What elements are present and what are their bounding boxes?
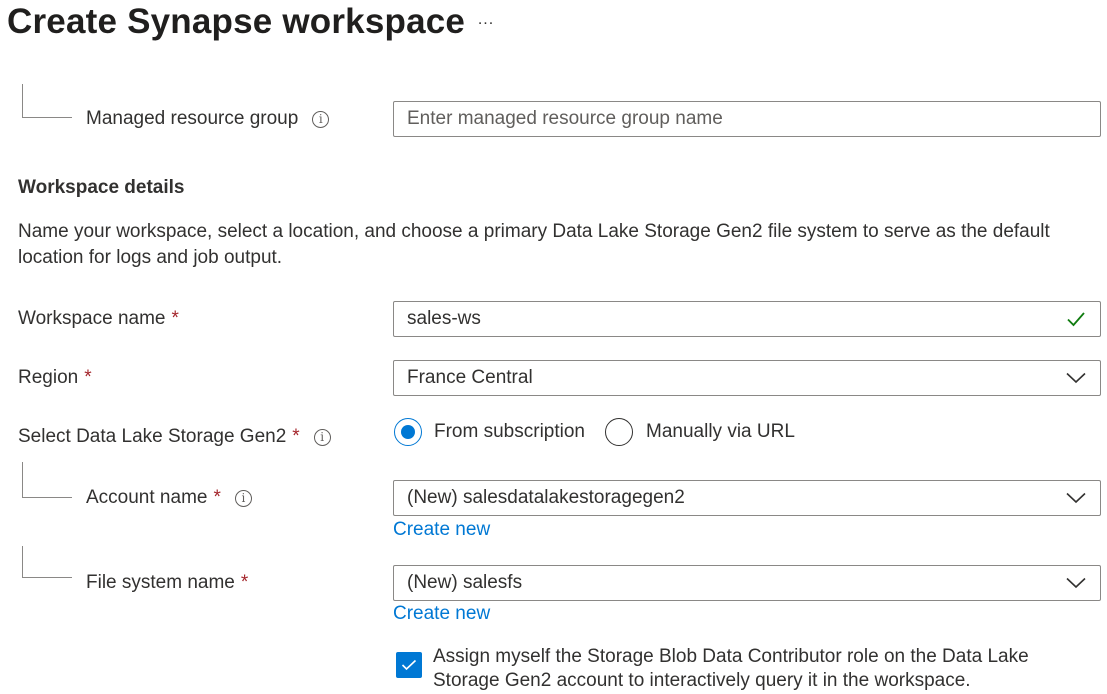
workspace-name-input[interactable]: sales-ws: [393, 301, 1101, 337]
radio-from-subscription[interactable]: [394, 418, 422, 446]
radio-from-subscription-label[interactable]: From subscription: [434, 419, 585, 445]
file-system-name-dropdown[interactable]: (New) salesfs: [393, 565, 1101, 601]
required-marker: *: [171, 308, 179, 329]
radio-manually-via-url[interactable]: [605, 418, 633, 446]
workspace-details-description: Name your workspace, select a location, …: [18, 221, 1050, 268]
account-name-dropdown[interactable]: (New) salesdatalakestoragegen2: [393, 480, 1101, 516]
region-dropdown[interactable]: France Central: [393, 360, 1101, 396]
managed-rg-input-field[interactable]: [393, 101, 1101, 137]
assign-role-checkbox[interactable]: [396, 652, 422, 678]
file-system-name-label: File system name *: [86, 572, 249, 593]
create-new-file-system-link[interactable]: Create new: [393, 603, 490, 625]
region-selected-value: France Central: [407, 367, 533, 388]
datalake-label: Select Data Lake Storage Gen2 * i: [18, 424, 331, 450]
chevron-down-icon: [1065, 367, 1087, 389]
checkmark-icon: [401, 659, 417, 671]
checkmark-icon: [1065, 308, 1087, 330]
chevron-down-icon: [1065, 572, 1087, 594]
account-name-selected-value: (New) salesdatalakestoragegen2: [407, 487, 685, 508]
managed-rg-input[interactable]: [407, 108, 1087, 130]
workspace-name-value: sales-ws: [407, 308, 481, 329]
more-options-button[interactable]: ...: [474, 10, 498, 34]
account-name-label: Account name * i: [86, 485, 252, 511]
info-icon[interactable]: i: [312, 110, 330, 128]
workspace-name-label: Workspace name *: [18, 308, 179, 329]
tree-connector: [22, 84, 72, 118]
section-heading-workspace-details: Workspace details: [18, 177, 185, 198]
radio-selected-dot: [401, 425, 415, 439]
chevron-down-icon: [1065, 487, 1087, 509]
info-icon[interactable]: i: [313, 428, 331, 446]
tree-connector: [22, 546, 72, 578]
region-label: Region *: [18, 367, 92, 388]
info-icon[interactable]: i: [234, 489, 252, 507]
radio-manually-via-url-label[interactable]: Manually via URL: [646, 419, 795, 445]
required-marker: *: [292, 426, 300, 447]
create-new-account-link[interactable]: Create new: [393, 519, 490, 541]
file-system-name-selected-value: (New) salesfs: [407, 572, 523, 593]
required-marker: *: [240, 572, 249, 593]
required-marker: *: [84, 367, 92, 388]
managed-rg-label: Managed resource group i: [86, 106, 330, 132]
assign-role-label[interactable]: Assign myself the Storage Blob Data Cont…: [433, 645, 1073, 693]
tree-connector: [22, 462, 72, 498]
page-title: Create Synapse workspace: [7, 2, 466, 41]
required-marker: *: [213, 487, 221, 508]
